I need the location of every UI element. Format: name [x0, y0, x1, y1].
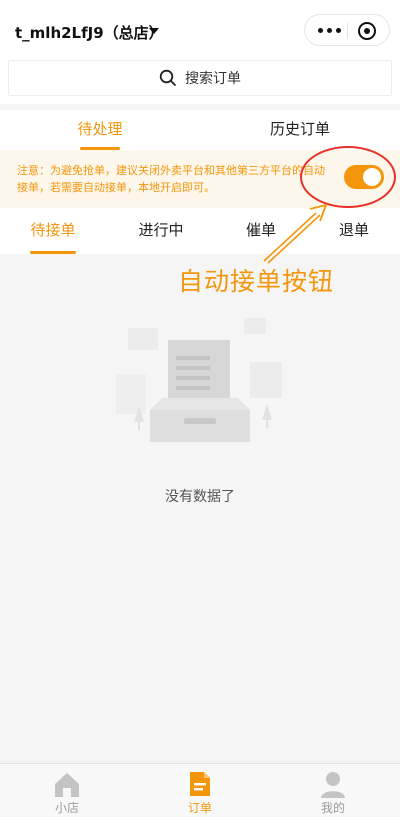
nav-orders-label: 订单 [187, 801, 212, 815]
tab-in-progress-label: 进行中 [138, 221, 184, 239]
order-document-icon [190, 772, 210, 796]
tab-history-label: 历史订单 [269, 120, 330, 138]
empty-state-text: 没有数据了 [165, 489, 235, 505]
search-icon [159, 69, 176, 86]
store-name[interactable]: t_mlh2LfJ9（总店） [15, 22, 164, 43]
nav-store-label: 小店 [54, 801, 79, 815]
capsule-divider [347, 23, 348, 39]
nav-mine-label: 我的 [320, 801, 345, 815]
empty-box-illustration [116, 318, 282, 442]
nav-store[interactable]: 小店 [0, 764, 134, 817]
main-tabs: 待处理 历史订单 [0, 110, 400, 150]
tab-refund[interactable]: 退单 [337, 208, 371, 254]
search-bar: 搜索订单 [0, 60, 400, 104]
order-status-tabs: 待接单 进行中 催单 退单 [0, 208, 400, 254]
store-dropdown-icon[interactable] [149, 28, 159, 34]
target-close-icon[interactable] [358, 22, 376, 40]
tab-pending-label: 待处理 [77, 120, 123, 138]
notice-text: 注意：为避免抢单，建议关闭外卖平台和其他第三方平台的自动接单，若需要自动接单，本… [17, 164, 325, 194]
tab-refund-label: 退单 [338, 221, 369, 239]
tab-pending[interactable]: 待处理 [0, 110, 200, 150]
search-placeholder: 搜索订单 [185, 71, 241, 87]
subtab-active-indicator [30, 251, 76, 254]
tab-in-progress[interactable]: 进行中 [136, 208, 186, 254]
top-bar: t_mlh2LfJ9（总店） [0, 0, 400, 60]
more-dots-icon[interactable] [318, 28, 341, 33]
search-input[interactable]: 搜索订单 [8, 60, 392, 96]
bottom-nav: 小店 订单 我的 [0, 763, 400, 816]
home-icon [55, 773, 79, 797]
tab-to-accept-label: 待接单 [30, 221, 76, 239]
nav-mine[interactable]: 我的 [266, 764, 400, 817]
annotation-arrow-icon [263, 203, 328, 264]
tab-history-orders[interactable]: 历史订单 [200, 110, 400, 150]
user-icon [321, 772, 345, 798]
nav-orders[interactable]: 订单 [133, 764, 267, 817]
mini-program-capsule [304, 14, 390, 46]
annotation-label: 自动接单按钮 [178, 267, 335, 296]
tab-to-accept[interactable]: 待接单 [30, 208, 76, 254]
